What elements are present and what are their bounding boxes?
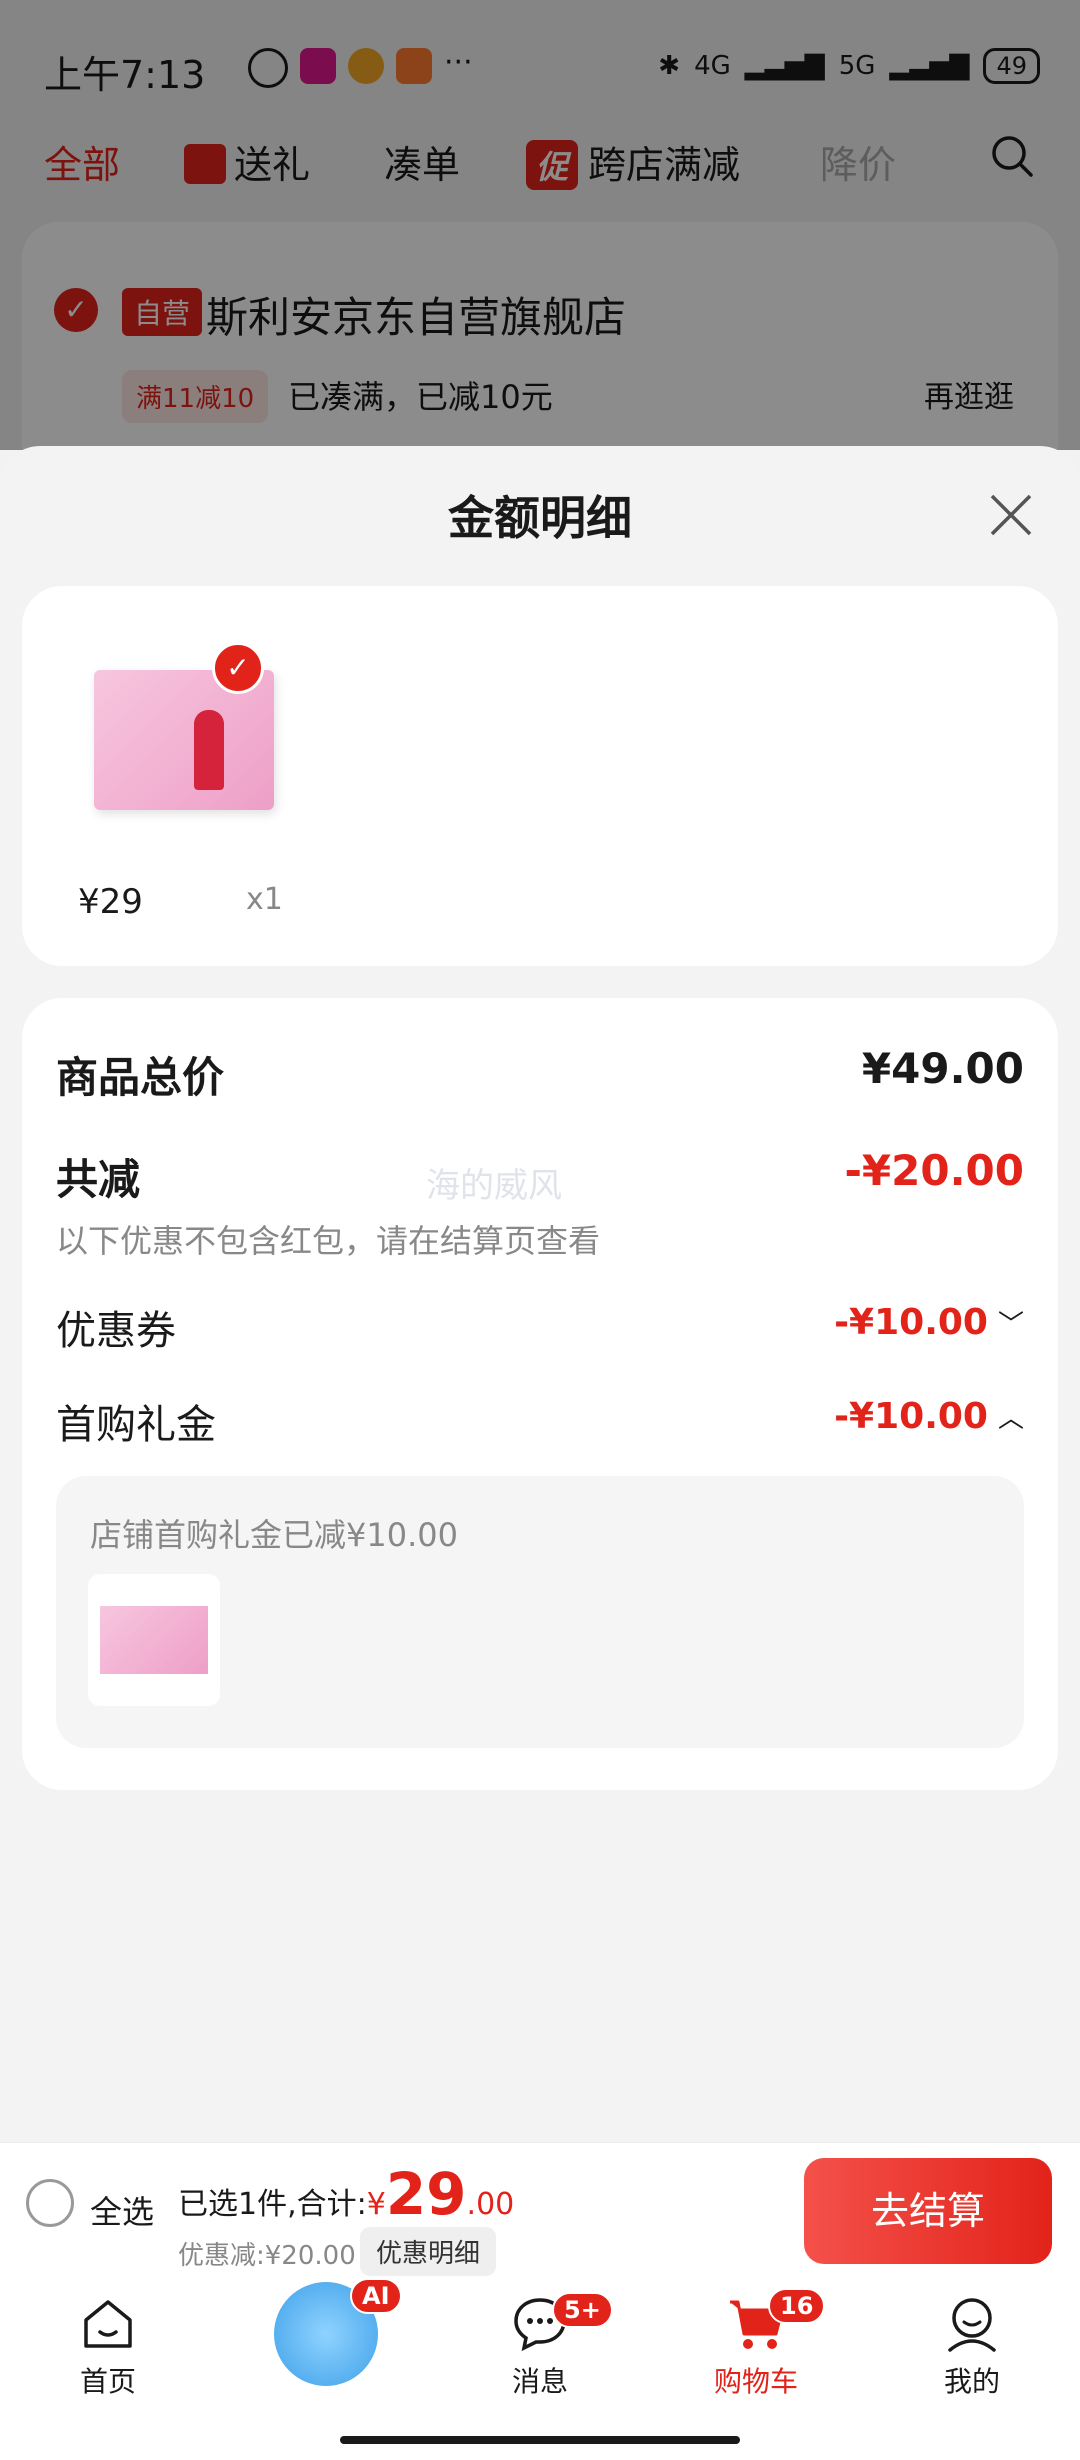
total-decimal: .00 [466, 2187, 515, 2222]
ai-badge: AI [350, 2278, 402, 2314]
tab-mine-label: 我的 [943, 2365, 1000, 2398]
total-amount: 29 [385, 2160, 467, 2228]
home-indicator[interactable] [340, 2436, 740, 2444]
selected-summary: 已选1件,合计: [178, 2187, 367, 2222]
tab-home-label: 首页 [79, 2365, 136, 2398]
first-gift-detail: 店铺首购礼金已减¥10.00 [90, 1516, 458, 1554]
dim-overlay[interactable] [0, 0, 1080, 450]
tab-messages-label: 消息 [511, 2365, 568, 2398]
cart-badge: 16 [768, 2288, 826, 2324]
messages-badge: 5+ [552, 2292, 613, 2328]
first-gift-label: 首购礼金 [56, 1402, 216, 1448]
home-icon [78, 2294, 138, 2354]
select-all-checkbox[interactable] [26, 2179, 74, 2227]
tab-messages[interactable]: 消息 5+ [460, 2292, 620, 2400]
coupon-label: 优惠券 [56, 1308, 176, 1354]
product-quantity: x1 [246, 882, 283, 917]
coupon-value: -¥10.00 [834, 1302, 988, 1343]
first-gift-row-toggle[interactable]: -¥10.00 ︿ [834, 1396, 1024, 1437]
first-gift-value: -¥10.00 [834, 1396, 988, 1437]
user-icon [942, 2294, 1002, 2354]
discount-value: -¥20.00 [844, 1146, 1024, 1195]
tab-ai[interactable]: AI [246, 2278, 406, 2386]
chevron-up-icon: ︿ [997, 1404, 1024, 1434]
bottom-tab-bar: 首页 AI 消息 5+ 购物车 16 我的 [0, 2278, 1080, 2460]
discount-summary: 优惠减:¥20.00 [178, 2241, 356, 2271]
select-all-label[interactable]: 全选 [90, 2187, 154, 2233]
thumb-image [100, 1606, 208, 1674]
tab-cart[interactable]: 购物车 16 [676, 2288, 836, 2400]
checkout-button[interactable]: 去结算 [804, 2158, 1052, 2264]
chevron-down-icon: ﹀ [997, 1310, 1024, 1340]
tab-home[interactable]: 首页 [28, 2294, 188, 2400]
total-value: ¥49.00 [861, 1044, 1024, 1093]
summary-card: 商品总价 ¥49.00 共减 -¥20.00 海的威风 以下优惠不包含红包，请在… [22, 998, 1058, 1790]
first-gift-detail-card: 店铺首购礼金已减¥10.00 [56, 1476, 1024, 1748]
first-gift-product-thumb[interactable] [88, 1574, 220, 1706]
total-summary: 已选1件,合计: ¥ 29 .00 [178, 2165, 514, 2223]
total-currency: ¥ [366, 2187, 386, 2222]
discount-detail-button[interactable]: 优惠明细 [360, 2227, 497, 2276]
tab-cart-label: 购物车 [713, 2365, 798, 2398]
product-check-icon[interactable]: ✓ [212, 642, 264, 694]
product-card: ✓ ¥29 x1 [22, 586, 1058, 966]
tab-mine[interactable]: 我的 [892, 2294, 1052, 2400]
product-price: ¥29 [78, 882, 143, 922]
watermark-text: 海的威风 [426, 1166, 562, 1206]
close-icon[interactable] [986, 490, 1036, 540]
coupon-row-toggle[interactable]: -¥10.00 ﹀ [834, 1302, 1024, 1343]
discount-label: 共减 [56, 1155, 141, 1204]
product-figure [194, 710, 224, 790]
discount-note: 以下优惠不包含红包，请在结算页查看 [56, 1222, 601, 1260]
total-label: 商品总价 [56, 1053, 225, 1102]
sheet-title: 金额明细 [448, 491, 632, 545]
